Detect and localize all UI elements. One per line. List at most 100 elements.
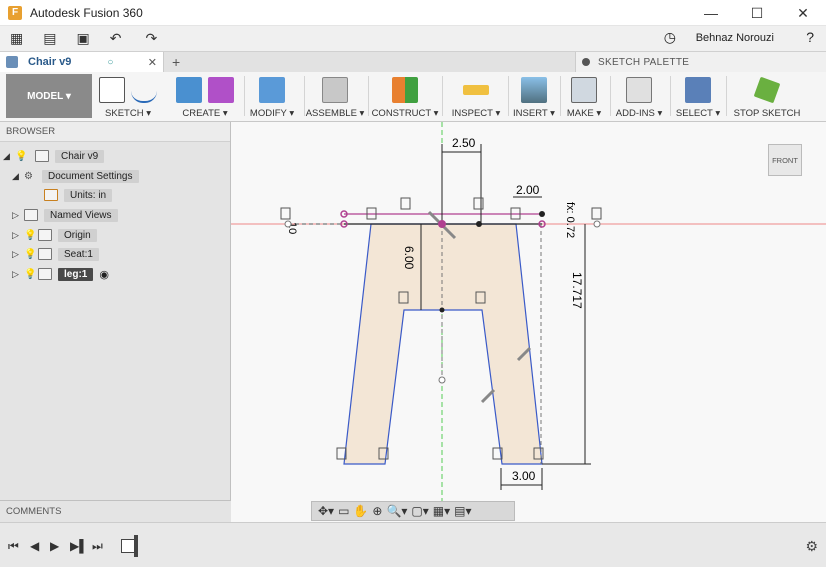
- browser-node-label[interactable]: Named Views: [44, 208, 118, 222]
- palette-collapse-icon[interactable]: [582, 58, 590, 66]
- grid-settings-icon[interactable]: ▦▾: [433, 504, 450, 518]
- step-back-icon[interactable]: ◀: [30, 539, 39, 553]
- expand-arrow-icon[interactable]: ▷: [12, 230, 24, 241]
- create-form-icon[interactable]: [208, 77, 234, 103]
- add-ins-menu-label[interactable]: ADD-INS ▾: [616, 108, 662, 119]
- play-icon[interactable]: ▶: [50, 539, 59, 553]
- finish-sketch-checkmark-icon[interactable]: [753, 76, 781, 104]
- visibility-bulb-icon[interactable]: 💡: [24, 230, 38, 241]
- minimize-button[interactable]: —: [688, 0, 734, 26]
- fusion-logo-icon: F: [8, 5, 22, 20]
- viewports-icon[interactable]: ▤▾: [454, 504, 471, 518]
- browser-node-label[interactable]: Origin: [58, 228, 97, 242]
- browser-node-label[interactable]: Seat:1: [58, 247, 99, 261]
- go-to-start-icon[interactable]: ⏮: [8, 539, 19, 554]
- assemble-group[interactable]: ASSEMBLE ▾: [306, 72, 365, 122]
- browser-header[interactable]: BROWSER: [0, 122, 230, 142]
- expand-arrow-icon[interactable]: ▷: [12, 249, 24, 260]
- offset-plane-icon[interactable]: [392, 77, 418, 103]
- select-menu-label[interactable]: SELECT ▾: [676, 108, 720, 119]
- fit-icon[interactable]: 🔍▾: [386, 504, 407, 518]
- document-settings-node[interactable]: ◢ ⚙ Document Settings: [12, 167, 139, 185]
- comments-panel[interactable]: COMMENTS: [0, 500, 231, 522]
- user-account-menu[interactable]: Behnaz Norouzi: [696, 32, 774, 44]
- leg-node[interactable]: ▷ 💡 leg:1 ◉: [12, 265, 109, 283]
- expand-arrow-icon[interactable]: ▷: [12, 269, 24, 280]
- zoom-icon[interactable]: ⊕: [372, 504, 382, 518]
- job-status-clock-icon[interactable]: ◷: [664, 29, 676, 46]
- extrude-icon[interactable]: [176, 77, 202, 103]
- help-icon[interactable]: ?: [806, 29, 814, 45]
- make-menu-label[interactable]: MAKE ▾: [567, 108, 601, 119]
- origin-node[interactable]: ▷ 💡 Origin: [12, 226, 97, 244]
- file-menu-icon[interactable]: ▤: [43, 28, 56, 50]
- create-menu-label[interactable]: CREATE ▾: [182, 108, 227, 119]
- visibility-bulb-icon[interactable]: 💡: [15, 151, 29, 162]
- inspect-menu-label[interactable]: INSPECT ▾: [452, 108, 500, 119]
- close-tab-icon[interactable]: ✕: [148, 56, 157, 69]
- leg-profile: [343, 223, 543, 465]
- timeline-sketch-feature-icon[interactable]: [121, 539, 135, 553]
- display-settings-icon[interactable]: ▢▾: [411, 504, 428, 518]
- inspect-group[interactable]: INSPECT ▾: [452, 72, 500, 122]
- new-tab-icon[interactable]: +: [172, 54, 180, 70]
- make-group[interactable]: MAKE ▾: [566, 72, 602, 122]
- select-arrow-icon[interactable]: [685, 77, 711, 103]
- sketch-menu-label[interactable]: SKETCH ▾: [105, 108, 151, 119]
- press-pull-icon[interactable]: [259, 77, 285, 103]
- insert-menu-label[interactable]: INSERT ▾: [513, 108, 555, 119]
- viewcube[interactable]: FRONT: [768, 144, 802, 176]
- insert-image-icon[interactable]: [521, 77, 547, 103]
- close-button[interactable]: ✕: [780, 0, 826, 26]
- units-node[interactable]: Units: in: [44, 186, 113, 204]
- collapse-arrow-icon[interactable]: ◢: [12, 171, 24, 182]
- canvas-viewport[interactable]: 2.50 2.00 fx: 0.72 6.00 17.717 3.00 10 F…: [231, 122, 826, 522]
- collapse-arrow-icon[interactable]: ◢: [3, 151, 15, 162]
- maximize-button[interactable]: ☐: [734, 0, 780, 26]
- sketch-svg[interactable]: 2.50 2.00 fx: 0.72 6.00 17.717 3.00 10: [231, 122, 826, 522]
- document-tab[interactable]: Chair v9 ○ ✕: [0, 52, 164, 72]
- step-forward-icon[interactable]: ▶▌: [70, 539, 88, 553]
- visibility-bulb-icon[interactable]: 💡: [24, 249, 38, 260]
- browser-root-node[interactable]: ◢ 💡 Chair v9: [3, 147, 105, 165]
- stop-sketch-group[interactable]: STOP SKETCH: [734, 72, 800, 122]
- modify-group[interactable]: MODIFY ▾: [250, 72, 294, 122]
- 3d-print-icon[interactable]: [571, 77, 597, 103]
- pan-icon[interactable]: ✋: [353, 504, 368, 518]
- visibility-bulb-icon[interactable]: 💡: [24, 269, 38, 280]
- browser-node-label[interactable]: Units: in: [64, 188, 113, 202]
- modify-menu-label[interactable]: MODIFY ▾: [250, 108, 294, 119]
- new-component-icon[interactable]: [322, 77, 348, 103]
- create-sketch-icon[interactable]: [99, 77, 125, 103]
- orbit-icon[interactable]: ✥▾: [318, 504, 334, 518]
- data-panel-grid-icon[interactable]: ▦: [10, 28, 23, 50]
- save-icon[interactable]: ▣: [76, 28, 89, 50]
- sketch-palette-header[interactable]: SKETCH PALETTE: [575, 52, 826, 72]
- timeline-marker[interactable]: [134, 535, 138, 557]
- named-views-node[interactable]: ▷ Named Views: [12, 206, 118, 224]
- browser-node-label[interactable]: Chair v9: [55, 149, 105, 163]
- browser-node-label[interactable]: Document Settings: [42, 169, 139, 183]
- line-icon[interactable]: [131, 77, 157, 103]
- activate-component-radio-icon[interactable]: ◉: [99, 268, 109, 281]
- expand-arrow-icon[interactable]: ▷: [12, 210, 24, 221]
- undo-icon[interactable]: ↶: [110, 28, 122, 50]
- seat-node[interactable]: ▷ 💡 Seat:1: [12, 245, 99, 263]
- go-to-end-icon[interactable]: ⏭: [92, 539, 103, 554]
- look-at-icon[interactable]: ▭: [338, 504, 349, 518]
- select-group[interactable]: SELECT ▾: [676, 72, 720, 122]
- measure-icon[interactable]: [463, 85, 489, 95]
- construct-menu-label[interactable]: CONSTRUCT ▾: [372, 108, 439, 119]
- create-group[interactable]: CREATE ▾: [172, 72, 238, 122]
- workspace-switcher-button[interactable]: MODEL ▾: [6, 74, 92, 118]
- scripts-icon[interactable]: [626, 77, 652, 103]
- timeline-settings-gear-icon[interactable]: ⚙: [805, 538, 818, 555]
- redo-icon[interactable]: ↷: [145, 28, 157, 50]
- sketch-group[interactable]: SKETCH ▾: [98, 72, 158, 122]
- construct-group[interactable]: CONSTRUCT ▾: [372, 72, 438, 122]
- assemble-menu-label[interactable]: ASSEMBLE ▾: [306, 108, 365, 119]
- insert-group[interactable]: INSERT ▾: [513, 72, 555, 122]
- add-ins-group[interactable]: ADD-INS ▾: [616, 72, 662, 122]
- stop-sketch-label[interactable]: STOP SKETCH: [734, 108, 801, 119]
- browser-node-label[interactable]: leg:1: [58, 267, 94, 281]
